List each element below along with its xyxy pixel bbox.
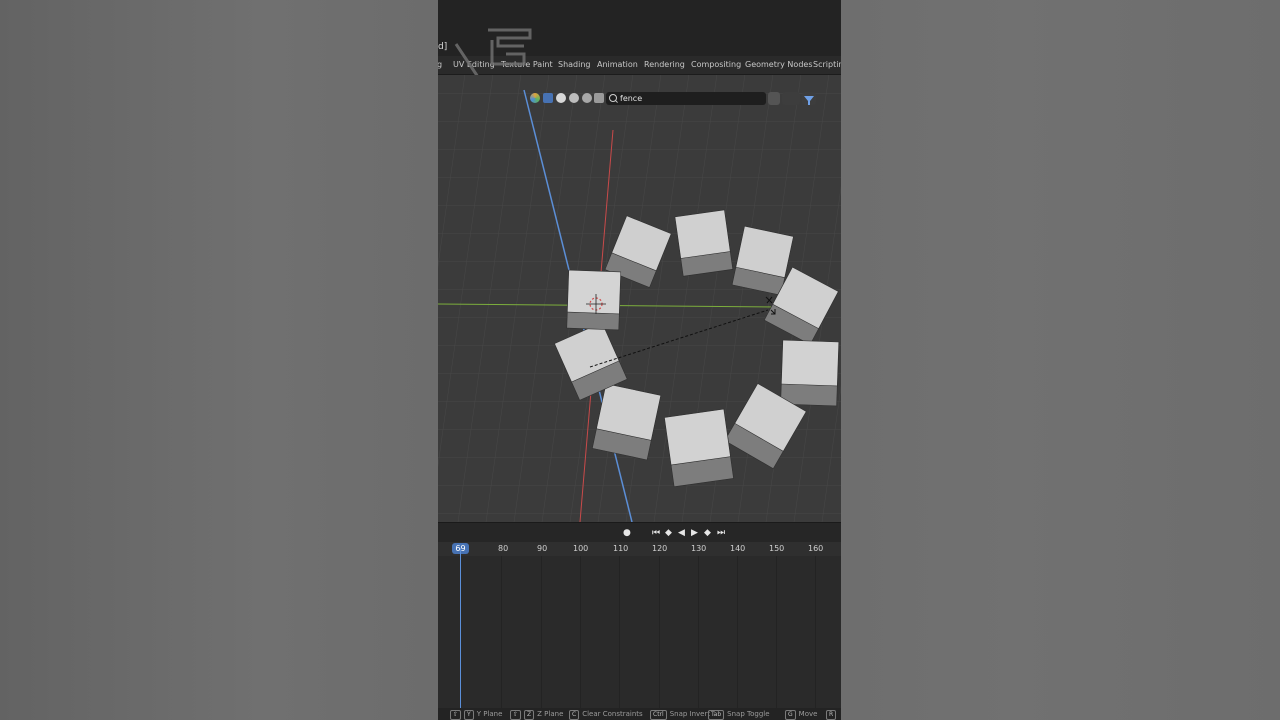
status-hint: C Clear Constraints (569, 710, 643, 720)
status-hint: G Move (785, 710, 817, 720)
search-icon (609, 94, 617, 102)
xray-icon[interactable] (582, 93, 592, 103)
tab-shading[interactable]: Shading (558, 60, 591, 69)
timeline-area[interactable] (438, 556, 841, 708)
jump-start-icon[interactable]: ⏮ (652, 528, 660, 538)
status-hint: Ctrl Snap Invert (650, 710, 710, 720)
3d-viewport[interactable] (438, 75, 841, 522)
jump-end-icon[interactable]: ⏭ (717, 528, 725, 538)
frame-tick: 100 (573, 544, 589, 553)
play-reverse-icon[interactable]: ◀ (678, 528, 685, 538)
tab-layout[interactable]: g (438, 60, 442, 69)
frame-tick: 130 (691, 544, 707, 553)
status-hint: R (826, 710, 839, 720)
tab-scripting[interactable]: Scripting (813, 60, 841, 69)
playback-controls: ● ⏮ ◆ ◀ ▶ ◆ ⏭ (438, 522, 841, 543)
cube (780, 339, 840, 407)
cube (674, 209, 734, 277)
next-keyframe-icon[interactable]: ◆ (704, 528, 711, 538)
status-hint: ⇧ Z Z Plane (510, 710, 563, 720)
mode-label: d] (438, 42, 448, 52)
solid-shading-icon[interactable] (543, 93, 553, 103)
status-hint: ⇧ Y Y Plane (450, 710, 502, 720)
search-value: fence (620, 94, 643, 103)
playhead-line[interactable] (460, 548, 461, 708)
search-input[interactable]: fence (606, 92, 766, 105)
left-blur-backdrop (0, 0, 438, 720)
status-bar: ⇧ Y Y Plane ⇧ Z Z Plane C Clear Constraints C… (438, 708, 841, 720)
prev-keyframe-icon[interactable]: ◆ (665, 528, 672, 538)
right-blur-backdrop (841, 0, 1280, 720)
record-icon[interactable]: ● (623, 528, 631, 538)
cube-selected (566, 269, 622, 331)
shading-options-icon[interactable] (594, 93, 604, 103)
frame-ruler[interactable]: 69 80 90 100 110 120 130 140 150 160 (438, 542, 841, 556)
play-icon[interactable]: ▶ (691, 528, 698, 538)
material-preview-icon[interactable] (530, 93, 540, 103)
frame-tick: 120 (652, 544, 668, 553)
rendered-shading-icon[interactable] (569, 93, 579, 103)
cube (664, 408, 734, 488)
funnel-icon[interactable] (802, 92, 816, 105)
tab-rendering[interactable]: Rendering (644, 60, 685, 69)
viewport-scene (438, 75, 841, 522)
status-hint: Tab Snap Toggle (708, 710, 770, 720)
wireframe-icon[interactable] (556, 93, 566, 103)
frame-tick: 160 (808, 544, 824, 553)
frame-tick: 140 (730, 544, 746, 553)
filter-toggle-button[interactable] (768, 92, 780, 105)
frame-tick: 150 (769, 544, 785, 553)
tab-animation[interactable]: Animation (597, 60, 638, 69)
viewport-header: fence (528, 91, 841, 107)
tab-geometry-nodes[interactable]: Geometry Nodes (745, 60, 812, 69)
display-mode-dropdown[interactable] (782, 92, 800, 105)
frame-tick: 90 (537, 544, 548, 553)
frame-tick: 110 (613, 544, 629, 553)
blender-window: d] g UV Editing Texture Paint Shading An… (438, 0, 841, 720)
tab-compositing[interactable]: Compositing (691, 60, 741, 69)
frame-tick: 80 (498, 544, 509, 553)
